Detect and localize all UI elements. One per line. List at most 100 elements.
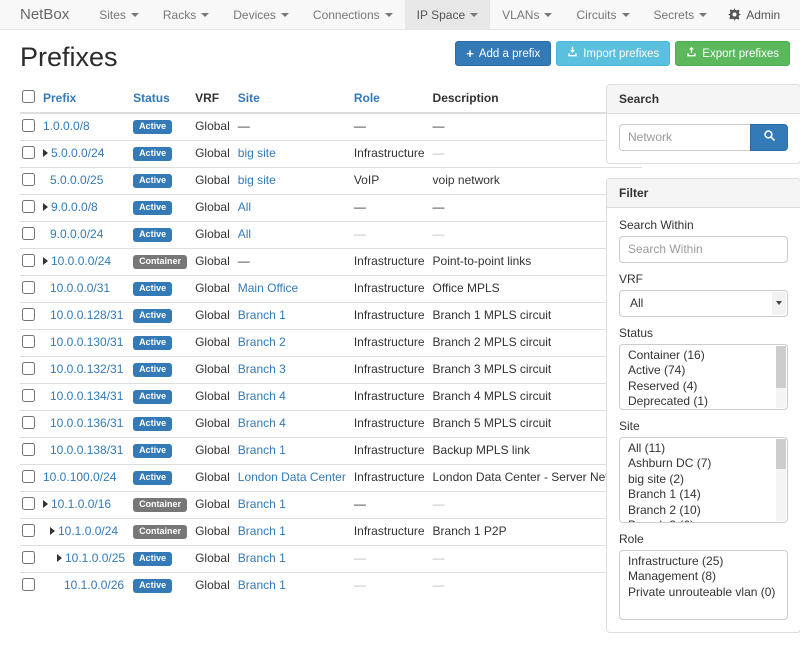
row-checkbox[interactable] [22,335,35,348]
description-value: Branch 1 P2P [433,524,507,538]
search-button[interactable] [750,124,788,151]
prefix-link[interactable]: 5.0.0.0/25 [50,173,103,187]
column-header-site[interactable]: Site [238,91,260,105]
prefix-link[interactable]: 10.0.0.134/31 [50,389,123,403]
site-link[interactable]: Branch 1 [238,443,286,457]
row-checkbox[interactable] [22,389,35,402]
listbox-option[interactable]: big site (2) [620,472,775,488]
listbox-option[interactable]: All (11) [620,441,775,457]
prefix-link[interactable]: 1.0.0.0/8 [43,119,90,133]
chevron-down-icon [772,292,786,315]
row-checkbox[interactable] [22,362,35,375]
column-header-role[interactable]: Role [354,91,380,105]
row-checkbox[interactable] [22,200,35,213]
table-row: 10.0.0.0/31ActiveGlobalMain OfficeInfras… [20,275,642,302]
site-link[interactable]: London Data Center [238,470,346,484]
scrollbar-thumb[interactable] [776,439,786,469]
row-checkbox[interactable] [22,524,35,537]
site-link[interactable]: All [238,200,251,214]
site-link[interactable]: Main Office [238,281,298,295]
nav-item-circuits[interactable]: Circuits [564,0,641,29]
prefix-link[interactable]: 10.1.0.0/25 [65,551,125,565]
role-value: Infrastructure [354,281,425,295]
select-all-checkbox[interactable] [22,90,35,103]
listbox-option[interactable]: Container (16) [620,348,775,364]
prefix-link[interactable]: 5.0.0.0/24 [51,146,104,160]
scrollbar-thumb[interactable] [776,346,786,388]
nav-item-label: Secrets [654,0,695,30]
prefix-link[interactable]: 10.0.0.0/31 [50,281,110,295]
vrf-select[interactable]: All [619,290,788,317]
listbox-option[interactable]: Ashburn DC (7) [620,456,775,472]
row-checkbox[interactable] [22,146,35,159]
row-checkbox[interactable] [22,254,35,267]
column-header-status[interactable]: Status [133,91,170,105]
prefix-link[interactable]: 10.0.0.0/24 [51,254,111,268]
row-checkbox[interactable] [22,578,35,591]
site-link[interactable]: big site [238,173,276,187]
prefix-link[interactable]: 10.0.0.138/31 [50,443,123,457]
row-checkbox[interactable] [22,551,35,564]
prefix-link[interactable]: 9.0.0.0/24 [50,227,103,241]
nav-item-admin[interactable]: Admin [719,0,789,29]
site-link[interactable]: big site [238,146,276,160]
listbox-option[interactable]: Active (74) [620,363,775,379]
site-link[interactable]: Branch 4 [238,389,286,403]
row-checkbox[interactable] [22,308,35,321]
row-checkbox[interactable] [22,173,35,186]
prefix-link[interactable]: 10.0.0.136/31 [50,416,123,430]
nav-item-connections[interactable]: Connections [301,0,405,29]
row-checkbox[interactable] [22,443,35,456]
listbox-option[interactable]: Infrastructure (25) [620,554,775,570]
import-icon [567,46,578,61]
site-link[interactable]: Branch 1 [238,524,286,538]
listbox-option[interactable]: Branch 3 (6) [620,518,775,523]
row-checkbox[interactable] [22,470,35,483]
nav-item-secrets[interactable]: Secrets [642,0,720,29]
nav-item-ip-space[interactable]: IP Space [405,0,490,29]
listbox-option[interactable]: Deprecated (1) [620,394,775,410]
row-checkbox[interactable] [22,281,35,294]
search-within-input[interactable] [619,236,788,263]
nav-item-vlans[interactable]: VLANs [490,0,564,29]
nav-item-racks[interactable]: Racks [151,0,221,29]
row-checkbox[interactable] [22,227,35,240]
prefix-link[interactable]: 10.0.0.132/31 [50,362,123,376]
listbox-option[interactable]: Reserved (4) [620,379,775,395]
prefix-link[interactable]: 10.1.0.0/16 [51,497,111,511]
prefix-link[interactable]: 10.0.0.130/31 [50,335,123,349]
vrf-value: Global [195,335,230,349]
export-prefixes-button[interactable]: Export prefixes [675,41,790,66]
prefix-link[interactable]: 10.1.0.0/24 [58,524,118,538]
site-link[interactable]: Branch 3 [238,362,286,376]
site-link[interactable]: Branch 1 [238,578,286,592]
prefix-link[interactable]: 10.0.100.0/24 [43,470,116,484]
row-checkbox[interactable] [22,497,35,510]
column-header-prefix[interactable]: Prefix [43,91,76,105]
nav-item-sites[interactable]: Sites [87,0,151,29]
listbox-option[interactable]: Branch 1 (14) [620,487,775,503]
prefix-link[interactable]: 9.0.0.0/8 [51,200,98,214]
site-link[interactable]: All [238,227,251,241]
row-checkbox[interactable] [22,416,35,429]
listbox-option[interactable]: Private unrouteable vlan (0) [620,585,775,601]
nav-item-devices[interactable]: Devices [221,0,301,29]
prefix-link[interactable]: 10.1.0.0/26 [64,578,124,592]
vrf-value: Global [195,146,230,160]
add-prefix-button[interactable]: + Add a prefix [455,41,551,66]
listbox-option[interactable]: Management (8) [620,569,775,585]
search-input[interactable] [619,124,750,151]
brand-logo[interactable]: NetBox [20,0,69,29]
site-link[interactable]: Branch 1 [238,497,286,511]
site-link[interactable]: Branch 1 [238,308,286,322]
import-prefixes-button[interactable]: Import prefixes [556,41,670,66]
row-checkbox[interactable] [22,119,35,132]
description-value: — [433,227,445,241]
nav-item-profile[interactable]: Profile [789,0,800,29]
site-link[interactable]: Branch 1 [238,551,286,565]
listbox-option[interactable]: Branch 2 (10) [620,503,775,519]
prefix-link[interactable]: 10.0.0.128/31 [50,308,123,322]
site-link[interactable]: Branch 2 [238,335,286,349]
site-link[interactable]: Branch 4 [238,416,286,430]
search-panel-title: Search [607,85,800,114]
